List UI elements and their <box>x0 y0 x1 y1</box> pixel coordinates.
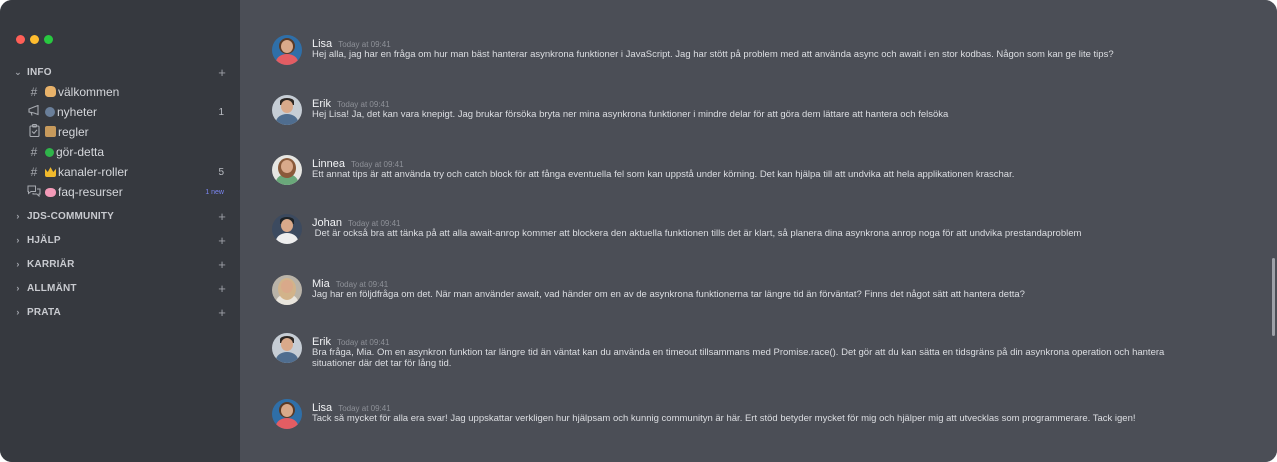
megaphone-icon <box>27 104 41 119</box>
channel-regler[interactable]: regler <box>0 122 240 142</box>
message-timestamp: Today at 09:41 <box>335 280 389 289</box>
add-channel-icon[interactable]: + <box>218 65 226 80</box>
avatar[interactable] <box>272 35 302 65</box>
avatar[interactable] <box>272 155 302 185</box>
new-badge: 1 new <box>205 188 224 196</box>
add-channel-icon[interactable]: + <box>218 257 226 272</box>
unread-count: 1 <box>218 106 224 118</box>
avatar[interactable] <box>272 333 302 363</box>
chevron-right-icon: › <box>16 211 20 221</box>
message-timestamp: Today at 09:41 <box>338 404 391 413</box>
message-text: Det är också bra att tänka på att alla a… <box>312 228 1082 239</box>
close-window-button[interactable] <box>16 35 25 44</box>
zoom-window-button[interactable] <box>44 35 53 44</box>
avatar[interactable] <box>272 399 302 429</box>
channel-valkommen[interactable]: # välkommen <box>0 82 240 102</box>
channel-sidebar: ⌄ INFO + # välkommen nyheter 1 regler # … <box>0 0 240 462</box>
chevron-right-icon: › <box>16 235 20 245</box>
chevron-down-icon: ⌄ <box>14 66 22 77</box>
message-timestamp: Today at 09:41 <box>336 100 390 109</box>
category-label: ALLMÄNT <box>27 282 77 294</box>
category-info[interactable]: ⌄ INFO + <box>0 62 240 82</box>
message-timestamp: Today at 09:41 <box>351 160 404 169</box>
add-channel-icon[interactable]: + <box>218 233 226 248</box>
hash-icon: # <box>30 145 38 159</box>
category-allmant[interactable]: › ALLMÄNT + <box>0 278 240 298</box>
app-window: ⌄ INFO + # välkommen nyheter 1 regler # … <box>0 0 1277 462</box>
message-text: Tack så mycket för alla era svar! Jag up… <box>312 414 1136 424</box>
channel-label: gör-detta <box>56 145 105 159</box>
message-text: Bra fråga, Mia. Om en asynkron funktion … <box>312 347 1165 369</box>
add-channel-icon[interactable]: + <box>218 305 226 320</box>
minimize-window-button[interactable] <box>30 35 39 44</box>
add-channel-icon[interactable]: + <box>218 209 226 224</box>
waving-hand-emoji-icon <box>45 86 56 97</box>
category-label: INFO <box>27 66 52 78</box>
channel-label: kanaler-roller <box>58 165 129 179</box>
category-label: HJÄLP <box>27 234 61 246</box>
message-text: Hej Lisa! Ja, det kan vara knepigt. Jag … <box>312 109 949 120</box>
avatar[interactable] <box>272 275 302 305</box>
crown-emoji-icon <box>45 167 56 177</box>
category-karriar[interactable]: › KARRIÄR + <box>0 254 240 274</box>
add-channel-icon[interactable]: + <box>218 281 226 296</box>
category-label: KARRIÄR <box>27 258 75 270</box>
message-author[interactable]: Lisa <box>312 402 332 414</box>
category-hjalp[interactable]: › HJÄLP + <box>0 230 240 250</box>
chevron-right-icon: › <box>16 259 20 269</box>
channel-label: regler <box>58 125 89 139</box>
channel-label: faq-resurser <box>58 185 123 199</box>
category-label: JDS-COMMUNITY <box>27 210 115 222</box>
channel-kanaler-roller[interactable]: # kanaler-roller 5 <box>0 162 240 182</box>
green-circle-emoji-icon <box>45 148 54 157</box>
chevron-right-icon: › <box>16 307 20 317</box>
message-timestamp: Today at 09:41 <box>336 338 390 347</box>
message-text: Jag har en följdfråga om det. När man an… <box>312 289 1025 300</box>
hash-icon: # <box>30 85 38 99</box>
message-timestamp: Today at 09:41 <box>338 40 391 49</box>
speech-bubbles-icon <box>27 185 41 200</box>
chevron-right-icon: › <box>16 283 20 293</box>
channel-gor-detta[interactable]: # gör-detta <box>0 142 240 162</box>
message-text: Ett annat tips är att använda try och ca… <box>312 169 1015 180</box>
channel-label: nyheter <box>57 105 98 119</box>
window-controls <box>16 35 53 44</box>
category-label: PRATA <box>27 306 61 318</box>
runner-emoji-icon <box>45 107 55 117</box>
unread-count: 5 <box>218 166 224 178</box>
channel-label: välkommen <box>58 85 120 99</box>
category-prata[interactable]: › PRATA + <box>0 302 240 322</box>
channel-nyheter[interactable]: nyheter 1 <box>0 102 240 122</box>
avatar[interactable] <box>272 214 302 244</box>
scrollbar[interactable] <box>1272 258 1275 336</box>
scroll-emoji-icon <box>45 126 56 137</box>
message-text: Hej alla, jag har en fråga om hur man bä… <box>312 49 1114 60</box>
clipboard-check-icon <box>27 124 41 140</box>
avatar[interactable] <box>272 95 302 125</box>
channel-faq-resurser[interactable]: faq-resurser 1 new <box>0 182 240 202</box>
hash-icon: # <box>30 165 38 179</box>
category-jds-community[interactable]: › JDS-COMMUNITY + <box>0 206 240 226</box>
brain-emoji-icon <box>45 188 56 197</box>
message-timestamp: Today at 09:41 <box>347 219 401 228</box>
message-list: Lisa Today at 09:41 Hej alla, jag har en … <box>240 0 1277 462</box>
